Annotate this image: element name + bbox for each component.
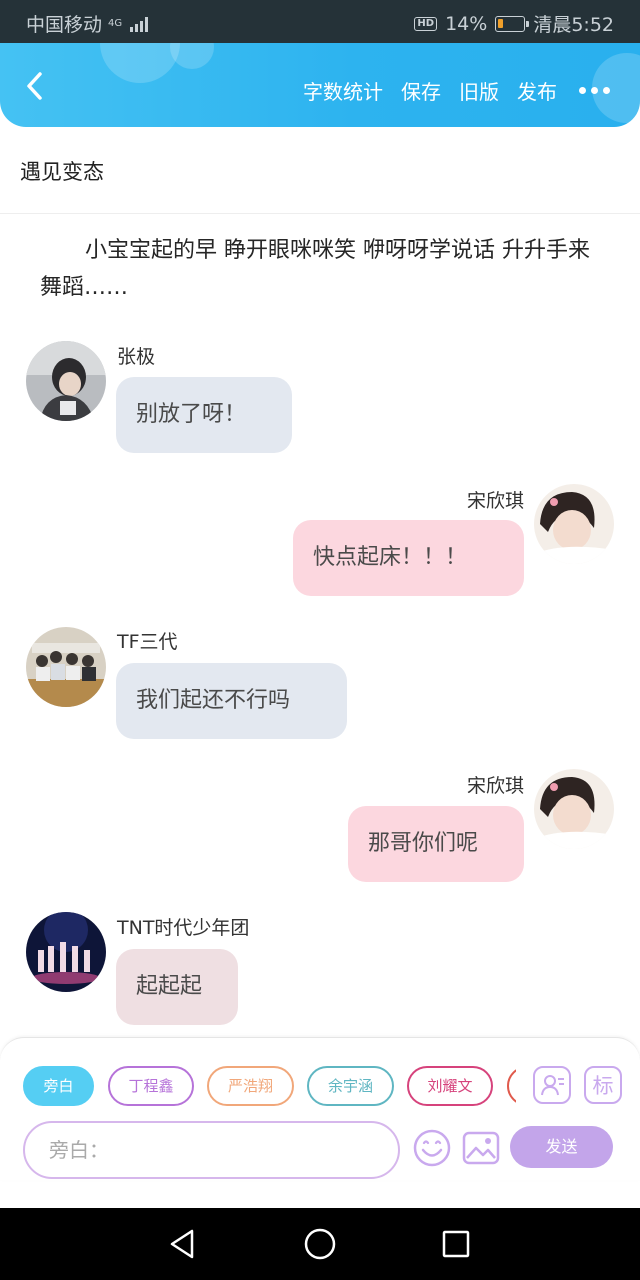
document-title[interactable]: 遇见变态: [20, 156, 104, 186]
toolbar-menu: 字数统计 保存 旧版 发布: [285, 76, 610, 105]
nav-recents-icon[interactable]: [438, 1226, 474, 1262]
speaker-name: 宋欣琪: [466, 775, 524, 797]
role-chip-bar[interactable]: 旁白 丁程鑫 严浩翔 余宇涵 刘耀文: [0, 1066, 516, 1106]
hd-icon: HD: [414, 16, 438, 31]
speaker-name: TNT时代少年团: [117, 917, 250, 939]
message-input-wrapper[interactable]: [23, 1121, 400, 1179]
speaker-name: TF三代: [117, 631, 178, 653]
avatar[interactable]: [534, 484, 614, 564]
chat-message[interactable]: 宋欣琪 那哥你们呢: [0, 769, 640, 884]
nav-home-icon[interactable]: [302, 1226, 338, 1262]
divider: [0, 213, 640, 214]
save-button[interactable]: 保存: [401, 76, 441, 105]
message-bubble[interactable]: 那哥你们呢: [348, 806, 524, 882]
status-left: 中国移动 4G: [26, 10, 149, 37]
carrier-label: 中国移动: [26, 14, 103, 36]
network-type: 4G: [108, 17, 123, 29]
top-toolbar: 字数统计 保存 旧版 发布: [0, 43, 640, 127]
status-bar: 中国移动 4G HD 14% 清晨5:52: [0, 0, 640, 43]
chat-message[interactable]: 张极 别放了呀！: [0, 340, 640, 455]
chip-ding-chengxin[interactable]: 丁程鑫: [108, 1066, 194, 1106]
old-version-button[interactable]: 旧版: [459, 76, 499, 105]
status-right: HD 14% 清晨5:52: [414, 10, 614, 37]
character-card-icon[interactable]: [533, 1066, 571, 1104]
message-bubble[interactable]: 我们起还不行吗: [116, 663, 347, 739]
chat-message[interactable]: 宋欣琪 快点起床！！！: [0, 484, 640, 599]
avatar[interactable]: [26, 627, 106, 707]
battery-icon: [495, 15, 530, 32]
word-count-button[interactable]: 字数统计: [303, 76, 383, 105]
back-button[interactable]: [18, 69, 52, 103]
tag-button[interactable]: 标: [584, 1066, 622, 1104]
chip-partial[interactable]: [507, 1066, 516, 1106]
speaker-name: 宋欣琪: [466, 490, 524, 512]
chat-message[interactable]: TF三代 我们起还不行吗: [0, 626, 640, 741]
chip-yu-yuhan[interactable]: 余宇涵: [307, 1066, 394, 1106]
decor-bubble: [170, 43, 214, 69]
emoji-icon[interactable]: [412, 1128, 452, 1168]
message-bubble[interactable]: 别放了呀！: [116, 377, 292, 453]
publish-button[interactable]: 发布: [517, 76, 557, 105]
chat-message[interactable]: TNT时代少年团 起起起: [0, 911, 640, 1026]
composer-panel: 旁白 丁程鑫 严浩翔 余宇涵 刘耀文 标 发送: [0, 1037, 640, 1180]
avatar[interactable]: [26, 341, 106, 421]
signal-icon: [130, 16, 149, 32]
send-button[interactable]: 发送: [510, 1126, 613, 1168]
more-button[interactable]: [579, 81, 610, 100]
image-icon[interactable]: [461, 1128, 501, 1168]
chip-yan-haoxiang[interactable]: 严浩翔: [207, 1066, 294, 1106]
chevron-left-icon: [27, 72, 42, 100]
speaker-name: 张极: [117, 346, 156, 368]
chip-liu-yaowen[interactable]: 刘耀文: [407, 1066, 493, 1106]
avatar[interactable]: [26, 912, 106, 992]
chip-narration[interactable]: 旁白: [23, 1066, 94, 1106]
battery-percent: 14%: [445, 12, 488, 35]
battery-fill: [498, 18, 504, 28]
decor-bubble: [100, 43, 180, 83]
message-bubble[interactable]: 起起起: [116, 949, 238, 1025]
intro-paragraph[interactable]: 小宝宝起的早 睁开眼咪咪笑 咿呀呀学说话 升升手来舞蹈……: [40, 232, 610, 306]
message-input[interactable]: [25, 1123, 398, 1177]
message-bubble[interactable]: 快点起床！！！: [293, 520, 524, 596]
more-dots-icon: [579, 87, 586, 94]
nav-back-icon[interactable]: [166, 1226, 202, 1262]
navigation-bar: [0, 1208, 640, 1280]
avatar[interactable]: [534, 769, 614, 849]
clock: 清晨5:52: [533, 14, 614, 36]
